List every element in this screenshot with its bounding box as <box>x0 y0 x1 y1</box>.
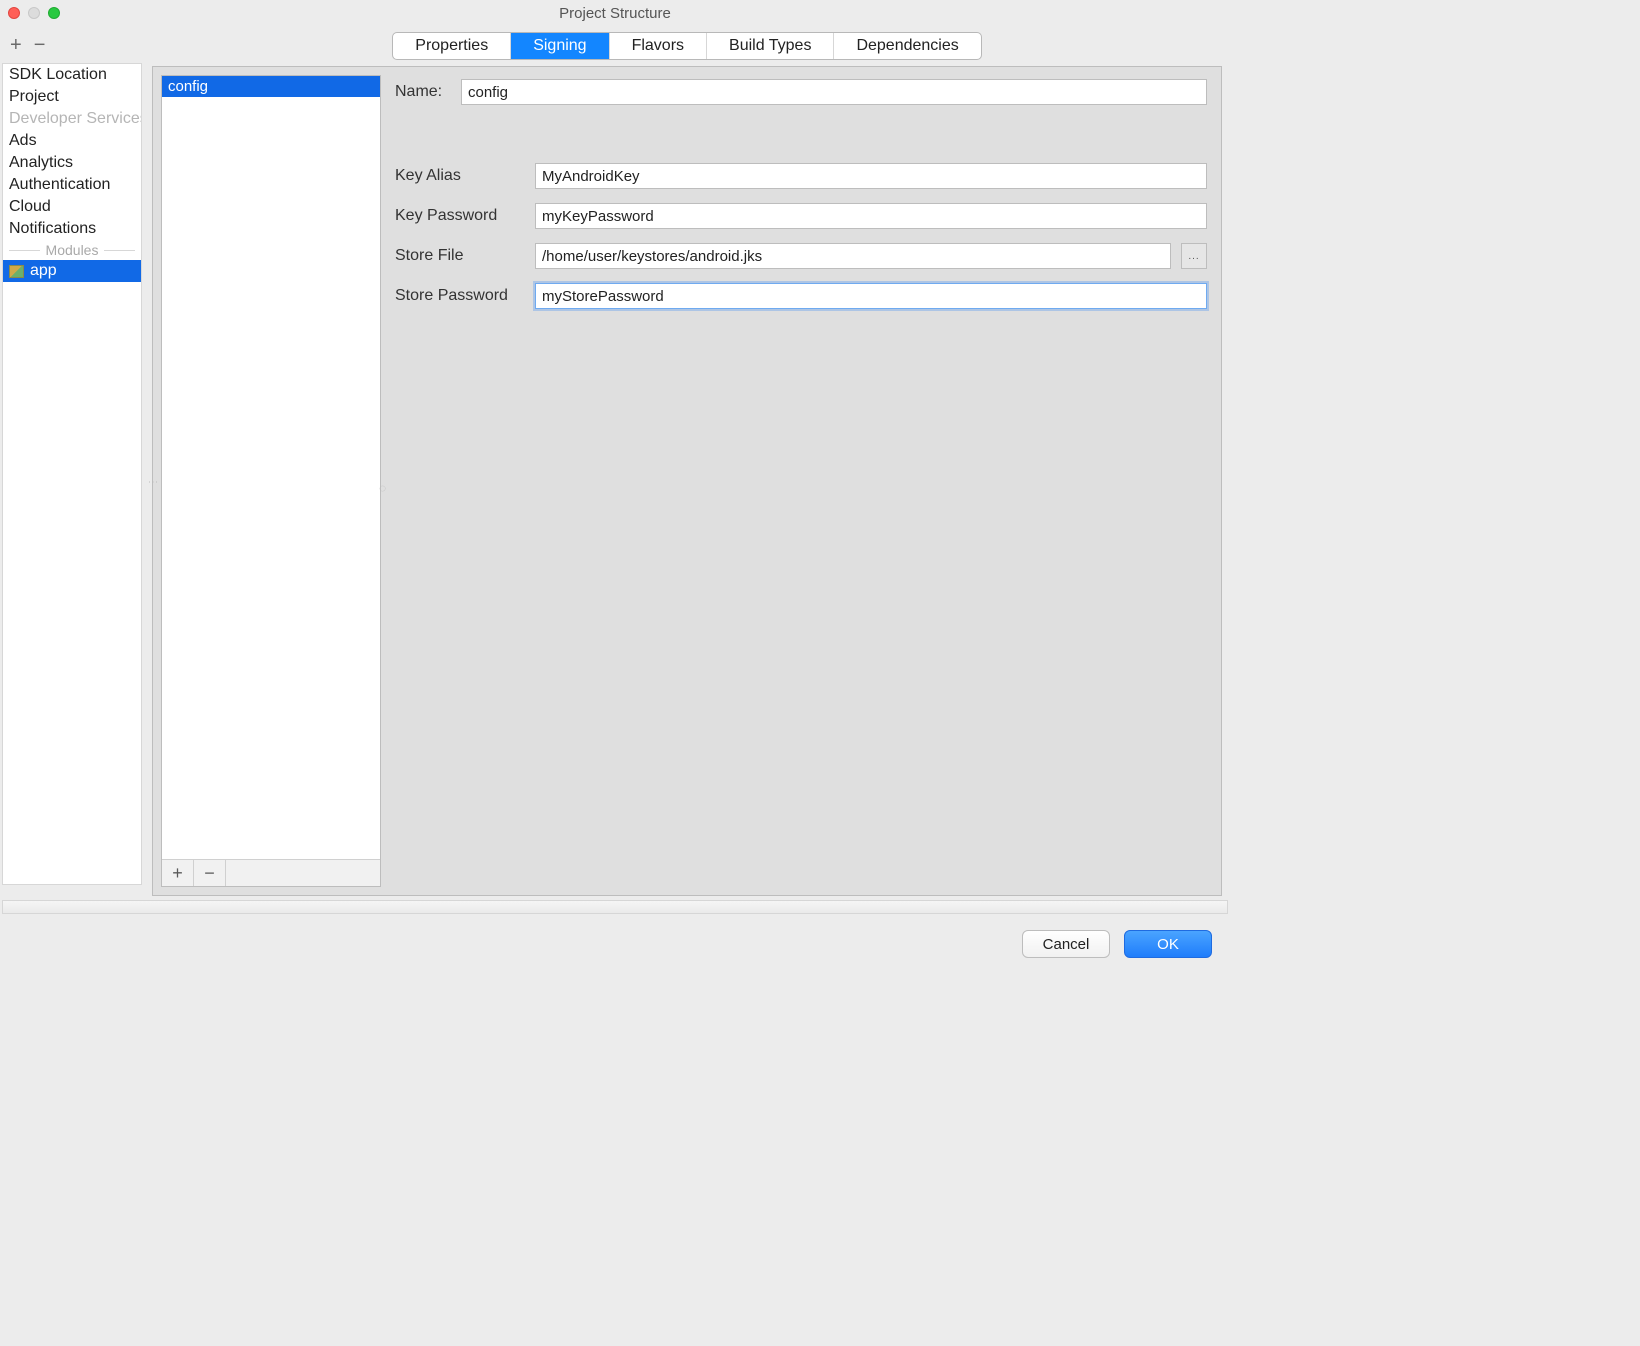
module-icon <box>9 265 24 278</box>
label-store-password: Store Password <box>395 287 525 305</box>
label-key-alias: Key Alias <box>395 167 525 185</box>
row-store-file: Store File ... <box>395 243 1207 269</box>
tab-signing[interactable]: Signing <box>511 33 609 59</box>
panel-splitter-icon[interactable]: ◌ <box>379 481 386 495</box>
tab-flavors[interactable]: Flavors <box>610 33 707 59</box>
input-store-file[interactable] <box>535 243 1171 269</box>
signing-form: Name: Key Alias Key Password Store File … <box>389 75 1213 887</box>
tabs-row: Properties Signing Flavors Build Types D… <box>144 26 1230 66</box>
titlebar: Project Structure <box>0 0 1230 26</box>
row-store-password: Store Password <box>395 283 1207 309</box>
config-list-item[interactable]: config <box>162 76 380 97</box>
splitter-grip-icon[interactable]: ⋮ <box>147 477 158 485</box>
window-title: Project Structure <box>0 5 1230 22</box>
input-store-password[interactable] <box>535 283 1207 309</box>
sidebar-item-project[interactable]: Project <box>3 86 141 108</box>
modules-label: Modules <box>46 242 99 258</box>
tab-properties[interactable]: Properties <box>393 33 511 59</box>
minimize-icon <box>28 7 40 19</box>
row-name: Name: <box>395 79 1207 105</box>
main-panel: ⋮ config + − ◌ Name: Key Alias <box>152 66 1222 896</box>
remove-button[interactable]: − <box>34 34 46 57</box>
close-icon[interactable] <box>8 7 20 19</box>
add-button[interactable]: + <box>10 34 22 57</box>
content: Properties Signing Flavors Build Types D… <box>144 26 1230 896</box>
zoom-icon[interactable] <box>48 7 60 19</box>
sidebar-item-cloud[interactable]: Cloud <box>3 196 141 218</box>
sidebar-item-notifications[interactable]: Notifications <box>3 218 141 240</box>
input-name[interactable] <box>461 79 1207 105</box>
sidebar-group-dev-services: Developer Services <box>3 108 141 130</box>
tab-build-types[interactable]: Build Types <box>707 33 834 59</box>
sidebar: + − SDK Location Project Developer Servi… <box>0 26 144 896</box>
sidebar-item-module-app[interactable]: app <box>3 260 141 282</box>
sidebar-panel: SDK Location Project Developer Services … <box>2 63 142 885</box>
label-key-password: Key Password <box>395 207 525 225</box>
label-name: Name: <box>395 83 451 101</box>
sidebar-group-modules: Modules <box>3 240 141 260</box>
tabs: Properties Signing Flavors Build Types D… <box>392 32 981 60</box>
row-key-alias: Key Alias <box>395 163 1207 189</box>
ok-button[interactable]: OK <box>1124 930 1212 958</box>
sidebar-item-authentication[interactable]: Authentication <box>3 174 141 196</box>
horizontal-scrollbar[interactable] <box>2 900 1228 914</box>
config-list: config <box>162 76 380 859</box>
tab-dependencies[interactable]: Dependencies <box>834 33 980 59</box>
module-label: app <box>30 262 57 280</box>
config-toolbar: + − <box>162 859 380 886</box>
browse-store-file-button[interactable]: ... <box>1181 243 1207 269</box>
traffic-lights <box>8 7 60 19</box>
workarea: + − SDK Location Project Developer Servi… <box>0 26 1230 896</box>
dialog-buttons: Cancel OK <box>0 914 1230 968</box>
input-key-alias[interactable] <box>535 163 1207 189</box>
form-spacer <box>395 119 1207 149</box>
sidebar-item-sdk-location[interactable]: SDK Location <box>3 64 141 86</box>
config-remove-button[interactable]: − <box>194 860 226 886</box>
sidebar-toolbar: + − <box>0 32 144 63</box>
cancel-button[interactable]: Cancel <box>1022 930 1110 958</box>
sidebar-item-analytics[interactable]: Analytics <box>3 152 141 174</box>
label-store-file: Store File <box>395 247 525 265</box>
input-key-password[interactable] <box>535 203 1207 229</box>
config-list-panel: config + − <box>161 75 381 887</box>
config-add-button[interactable]: + <box>162 860 194 886</box>
sidebar-item-ads[interactable]: Ads <box>3 130 141 152</box>
row-key-password: Key Password <box>395 203 1207 229</box>
